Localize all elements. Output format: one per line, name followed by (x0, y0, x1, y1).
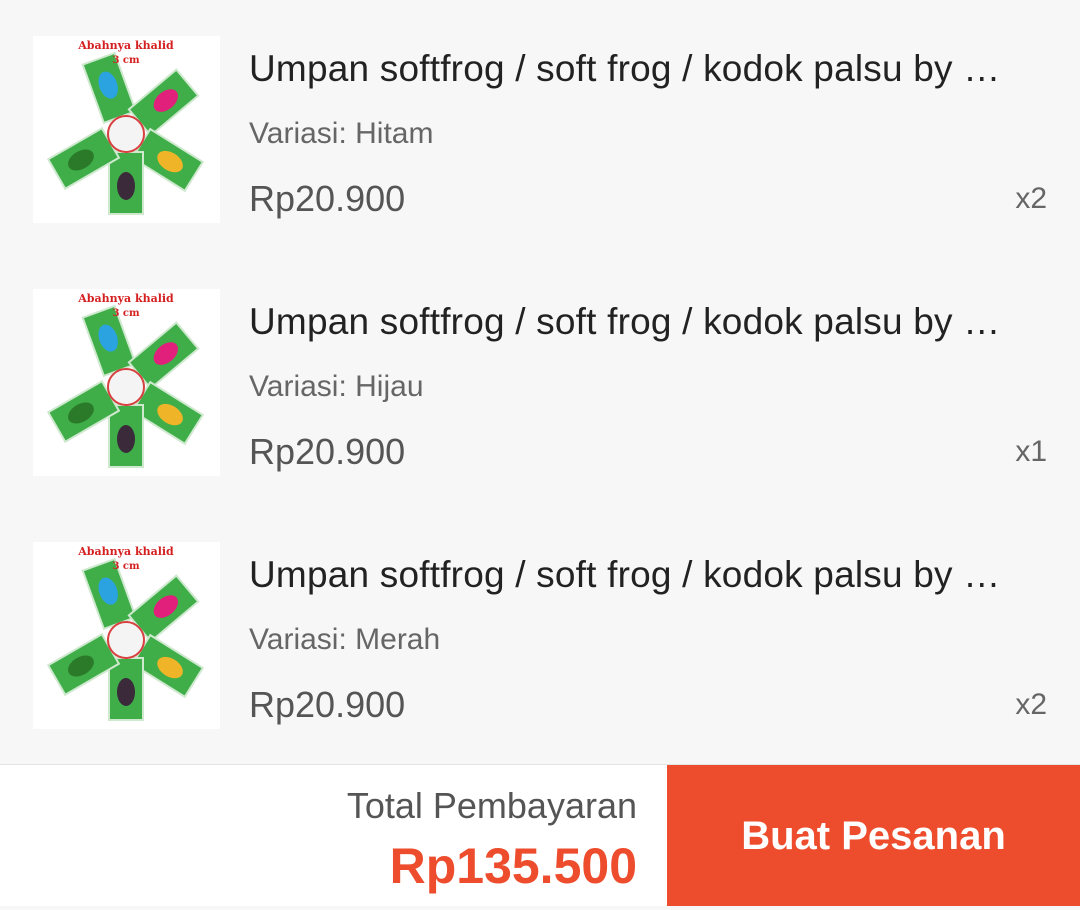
product-variant: Variasi: Hitam (249, 117, 434, 150)
bottom-divider (0, 906, 1080, 910)
checkout-screen: Abahnya khalid 3 cm Umpan softfrog / sof… (0, 0, 1080, 910)
product-title: Umpan softfrog / soft frog / kodok palsu… (249, 554, 1001, 595)
checkout-bottom-bar: Total Pembayaran Rp135.500 Buat Pesanan (0, 764, 1080, 910)
image-caption: Abahnya khalid (77, 39, 174, 52)
product-image: Abahnya khalid 3 cm (33, 289, 220, 476)
total-payment-label: Total Pembayaran (346, 785, 637, 826)
order-item-list: Abahnya khalid 3 cm Umpan softfrog / sof… (0, 0, 1080, 764)
product-price: Rp20.900 (249, 178, 406, 219)
order-item[interactable]: Abahnya khalid 3 cm Umpan softfrog / sof… (0, 506, 1080, 759)
product-thumbnail[interactable]: Abahnya khalid 3 cm (33, 542, 220, 729)
product-variant: Variasi: Hijau (249, 370, 424, 403)
product-quantity: x2 (1015, 182, 1047, 215)
image-subcaption: 3 cm (112, 308, 140, 319)
total-payment-value: Rp135.500 (389, 838, 637, 894)
product-quantity: x1 (1015, 435, 1047, 468)
product-price: Rp20.900 (249, 684, 406, 725)
image-caption: Abahnya khalid (77, 545, 174, 558)
image-subcaption: 3 cm (112, 55, 140, 66)
product-title: Umpan softfrog / soft frog / kodok palsu… (249, 48, 1001, 89)
order-item[interactable]: Abahnya khalid 3 cm Umpan softfrog / sof… (0, 253, 1080, 506)
product-thumbnail[interactable]: Abahnya khalid 3 cm (33, 289, 220, 476)
product-quantity: x2 (1015, 688, 1047, 721)
order-item[interactable]: Abahnya khalid 3 cm Umpan softfrog / sof… (0, 0, 1080, 253)
product-title: Umpan softfrog / soft frog / kodok palsu… (249, 301, 1001, 342)
product-variant: Variasi: Merah (249, 623, 441, 656)
product-price: Rp20.900 (249, 431, 406, 472)
product-thumbnail[interactable]: Abahnya khalid 3 cm (33, 36, 220, 223)
image-caption: Abahnya khalid (77, 292, 174, 305)
place-order-button[interactable]: Buat Pesanan (667, 765, 1080, 907)
image-subcaption: 3 cm (112, 561, 140, 572)
product-image: Abahnya khalid 3 cm (33, 36, 220, 223)
product-image: Abahnya khalid 3 cm (33, 542, 220, 729)
